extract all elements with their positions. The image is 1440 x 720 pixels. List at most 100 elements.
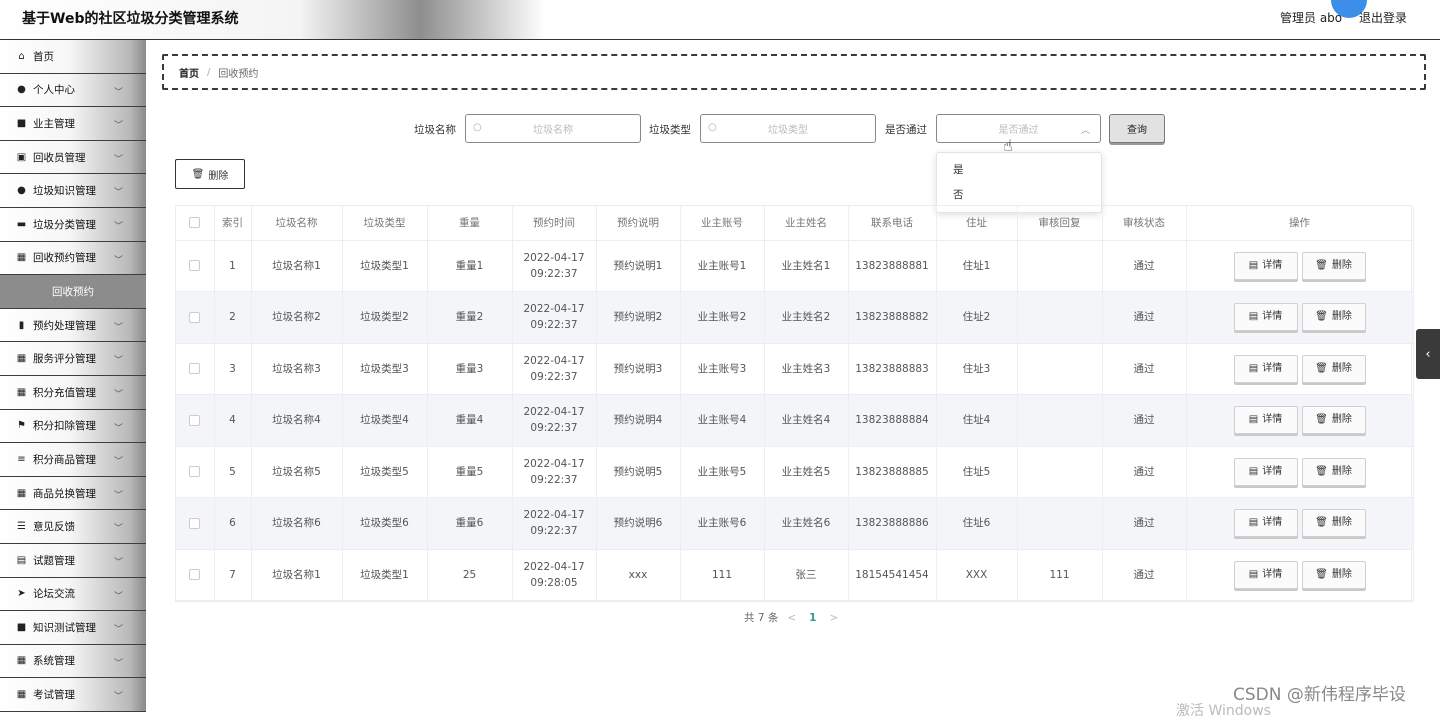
top-header: 基于Web的社区垃圾分类管理系统 管理员 abo 退出登录: [0, 0, 1440, 40]
page-number[interactable]: 1: [809, 612, 816, 624]
table-cell: 重量2: [427, 291, 513, 344]
column-header: 业主账号: [680, 206, 765, 241]
row-delete-button[interactable]: 🗑 删除: [1301, 303, 1366, 332]
sidebar-item[interactable]: ▬ 垃圾分类管理 ﹀: [0, 208, 146, 242]
next-page-icon[interactable]: >: [829, 612, 838, 624]
sidebar-subitem-active[interactable]: 回收预约: [0, 275, 146, 309]
table-cell: 业主姓名4: [764, 394, 849, 447]
prev-page-icon[interactable]: <: [787, 612, 796, 624]
detail-button[interactable]: ▤ 详情: [1233, 251, 1298, 280]
row-checkbox[interactable]: [189, 414, 201, 426]
sidebar-item-label: 预约处理管理: [33, 319, 96, 332]
row-checkbox[interactable]: [189, 517, 201, 529]
row-delete-button[interactable]: 🗑 删除: [1301, 406, 1366, 435]
sidebar-item[interactable]: ≡ 积分商品管理 ﹀: [0, 443, 146, 477]
grid-icon: ▦: [16, 386, 27, 398]
trash-icon: 🗑: [1315, 465, 1328, 477]
table-cell: 13823888883: [848, 343, 937, 395]
document-icon: ▤: [1248, 517, 1259, 529]
sidebar-item[interactable]: ● 垃圾知识管理 ﹀: [0, 174, 146, 208]
grid-icon: ▦: [16, 252, 27, 264]
breadcrumb-home[interactable]: 首页: [179, 65, 199, 80]
chevron-down-icon: ﹀: [114, 389, 124, 400]
sidebar-item[interactable]: ☰ 意见反馈 ﹀: [0, 510, 146, 544]
table-cell: 业主姓名6: [764, 497, 849, 550]
sidebar-item[interactable]: ▦ 考试管理 ﹀: [0, 678, 146, 712]
detail-button[interactable]: ▤ 详情: [1233, 406, 1298, 435]
row-checkbox[interactable]: [189, 260, 201, 272]
row-actions: ▤ 详情 🗑 删除: [1186, 240, 1414, 292]
chevron-up-icon: ︿: [1080, 126, 1090, 136]
table-cell: 2022-04-17 09:22:37: [512, 497, 597, 550]
sidebar-item[interactable]: ▤ 试题管理 ﹀: [0, 544, 146, 578]
clipboard-icon: ▤: [16, 554, 27, 566]
sidebar-item[interactable]: ▦ 系统管理 ﹀: [0, 645, 146, 679]
sidebar-item[interactable]: ▦ 回收预约管理 ﹀: [0, 242, 146, 276]
row-checkbox[interactable]: [189, 363, 201, 375]
bulk-delete-button[interactable]: 🗑 删除: [175, 159, 245, 189]
sidebar-item[interactable]: ▦ 商品兑换管理 ﹀: [0, 477, 146, 511]
document-icon: ▤: [1248, 465, 1259, 477]
row-delete-button[interactable]: 🗑 删除: [1301, 560, 1366, 589]
detail-button[interactable]: ▤ 详情: [1233, 303, 1298, 332]
breadcrumb-current: 回收预约: [218, 68, 259, 80]
table-cell: 2022-04-17 09:22:37: [512, 394, 597, 447]
sidebar-item[interactable]: ● 个人中心 ﹀: [0, 74, 146, 108]
chevron-down-icon: ﹀: [114, 692, 124, 703]
table-row: 2 垃圾名称2 垃圾类型2 重量2 2022-04-17 09:22:37 预约说明2 业主…: [176, 291, 1414, 344]
query-button[interactable]: 查询: [1109, 114, 1165, 143]
chevron-down-icon: ﹀: [114, 154, 124, 165]
table-cell: [1017, 446, 1103, 498]
row-delete-button[interactable]: 🗑 删除: [1301, 354, 1366, 383]
sidebar-item[interactable]: ■ 业主管理 ﹀: [0, 107, 146, 141]
table-cell: 通过: [1102, 549, 1187, 601]
detail-button[interactable]: ▤ 详情: [1233, 354, 1298, 383]
sidebar-item[interactable]: ➤ 论坛交流 ﹀: [0, 578, 146, 612]
delete-label: 删除: [1331, 465, 1352, 477]
chevron-down-icon: ﹀: [114, 557, 124, 568]
chevron-down-icon: ﹀: [114, 121, 124, 132]
sidebar-item[interactable]: ■ 知识测试管理 ﹀: [0, 611, 146, 645]
column-header: 重量: [427, 206, 513, 241]
chevron-down-icon: ﹀: [114, 490, 124, 501]
detail-button[interactable]: ▤ 详情: [1233, 457, 1298, 486]
sidebar-item-label: 知识测试管理: [33, 621, 96, 634]
row-checkbox[interactable]: [189, 311, 201, 323]
table-cell: 垃圾名称4: [251, 394, 343, 447]
filter-type-label: 垃圾类型: [649, 124, 691, 136]
row-checkbox[interactable]: [189, 569, 201, 581]
select-all-checkbox[interactable]: [189, 217, 201, 229]
row-checkbox[interactable]: [189, 466, 201, 478]
sidebar-item[interactable]: ▦ 服务评分管理 ﹀: [0, 342, 146, 376]
sidebar-item[interactable]: ▮ 预约处理管理 ﹀: [0, 309, 146, 343]
row-delete-button[interactable]: 🗑 删除: [1301, 457, 1366, 486]
table-cell: 业主账号5: [680, 446, 765, 498]
sidebar-item[interactable]: ⌂ 首页: [0, 40, 146, 74]
sidebar-item[interactable]: ▣ 回收员管理 ﹀: [0, 141, 146, 175]
table-row: 6 垃圾名称6 垃圾类型6 重量6 2022-04-17 09:22:37 预约说明6 业主…: [176, 497, 1414, 550]
filter-type-input[interactable]: ○ 垃圾类型: [700, 114, 876, 143]
row-delete-button[interactable]: 🗑 删除: [1301, 251, 1366, 280]
collapse-panel-toggle[interactable]: ‹: [1416, 329, 1440, 379]
dropdown-option-yes[interactable]: 是: [937, 158, 1101, 183]
table-cell: 2022-04-17 09:22:37: [512, 446, 597, 498]
select-all-cell: [176, 206, 215, 241]
column-header: 操作: [1186, 206, 1414, 241]
briefcase-icon: ■: [16, 117, 27, 129]
trash-icon: 🗑: [1315, 414, 1328, 426]
filter-name-input[interactable]: ○ 垃圾名称: [465, 114, 641, 143]
table-cell: 预约说明3: [596, 343, 681, 395]
filter-pass-select[interactable]: 是否通过 ︿: [936, 114, 1101, 143]
detail-button[interactable]: ▤ 详情: [1233, 560, 1298, 589]
sidebar-item[interactable]: ⚑ 积分扣除管理 ﹀: [0, 410, 146, 444]
detail-button[interactable]: ▤ 详情: [1233, 509, 1298, 538]
logout-link[interactable]: 退出登录: [1359, 9, 1407, 26]
table-cell: 垃圾名称3: [251, 343, 343, 395]
row-delete-button[interactable]: 🗑 删除: [1301, 509, 1366, 538]
sidebar-item[interactable]: ▦ 积分充值管理 ﹀: [0, 376, 146, 410]
appointment-table: 索引 垃圾名称 垃圾类型 重量 预约时间 预约说明 业主账号 业主姓名 联系电话 住址 审核回复 审核…: [175, 205, 1414, 602]
table-cell: 垃圾类型2: [342, 291, 428, 344]
column-header: 审核回复: [1017, 206, 1103, 241]
delete-label: 删除: [1331, 259, 1352, 271]
column-header: 预约说明: [596, 206, 681, 241]
